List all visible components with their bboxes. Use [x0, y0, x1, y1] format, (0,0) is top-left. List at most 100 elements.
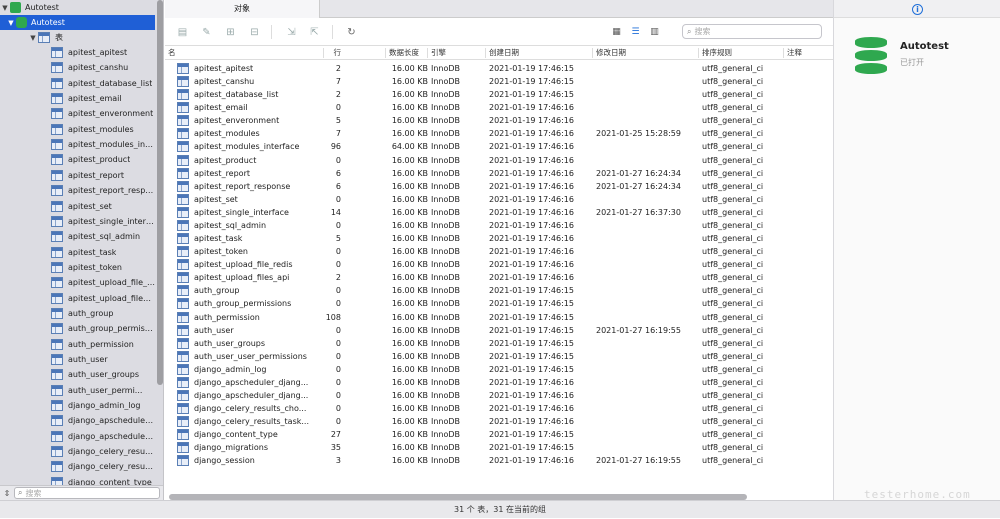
table-row[interactable]: apitest_email 0 16.00 KB InnoDB 2021-01-19 1… [165, 101, 833, 114]
sidebar-table-item[interactable]: auth_group_permissio... [0, 321, 155, 336]
column-header-created[interactable]: 创建日期 [485, 46, 519, 60]
table-row[interactable]: apitest_report 6 16.00 KB InnoDB 2021-01-19 … [165, 167, 833, 180]
tab-objects[interactable]: 对象 [165, 0, 320, 18]
filter-icon[interactable]: ⇕ [0, 489, 14, 498]
sidebar-table-item[interactable]: django_apscheduler_d... [0, 429, 155, 444]
sidebar-table-item[interactable]: apitest_token [0, 260, 155, 275]
table-row[interactable]: auth_group_permissions 0 16.00 KB InnoDB 202… [165, 297, 833, 310]
sidebar-table-item[interactable]: auth_permission [0, 337, 155, 352]
sidebar-table-item[interactable]: apitest_modules_inter... [0, 137, 155, 152]
design-table-icon[interactable]: ✎ [200, 26, 213, 38]
sidebar-table-item[interactable]: auth_user [0, 352, 155, 367]
table-row[interactable]: apitest_sql_admin 0 16.00 KB InnoDB 2021-01-… [165, 219, 833, 232]
sidebar-table-item[interactable]: apitest_modules [0, 122, 155, 137]
column-header-name[interactable]: 名 [168, 46, 176, 60]
table-row[interactable]: apitest_task 5 16.00 KB InnoDB 2021-01-19 17… [165, 232, 833, 245]
table-row[interactable]: django_session 3 16.00 KB InnoDB 2021-01-19 … [165, 454, 833, 467]
table-row[interactable]: apitest_single_interface 14 16.00 KB InnoDB… [165, 206, 833, 219]
sidebar-table-item[interactable]: apitest_single_interface [0, 214, 155, 229]
table-row[interactable]: apitest_modules 7 16.00 KB InnoDB 2021-01-19… [165, 127, 833, 140]
table-row[interactable]: django_celery_results_task... 0 16.00 KB In… [165, 415, 833, 428]
table-row[interactable]: django_apscheduler_djang... 0 16.00 KB Inno… [165, 376, 833, 389]
tree-tables-group[interactable]: ▼ 表 [0, 30, 155, 45]
sidebar-table-item[interactable]: auth_user_groups [0, 367, 155, 382]
table-row[interactable]: apitest_set 0 16.00 KB InnoDB 2021-01-19 17:… [165, 193, 833, 206]
table-row[interactable]: auth_user 0 16.00 KB InnoDB 2021-01-19 17:46… [165, 324, 833, 337]
column-header-modified[interactable]: 修改日期 [592, 46, 626, 60]
list-view-icon[interactable]: ☰ [630, 27, 641, 38]
detail-view-icon[interactable]: ▥ [649, 27, 660, 38]
table-row[interactable]: django_migrations 35 16.00 KB InnoDB 2021-01… [165, 441, 833, 454]
table-row[interactable]: django_celery_results_cho... 0 16.00 KB Inn… [165, 402, 833, 415]
table-row[interactable]: apitest_upload_file_redis 0 16.00 KB InnoDB… [165, 258, 833, 271]
cell-rows: 0 [335, 247, 341, 257]
sidebar-table-label: auth_user_groups [68, 370, 140, 380]
column-header-rows[interactable]: 行 [323, 46, 341, 60]
sidebar-table-item[interactable]: apitest_report_response [0, 183, 155, 198]
column-header-engine[interactable]: 引擎 [427, 46, 446, 60]
column-header-collation[interactable]: 排序规则 [698, 46, 732, 60]
cell-modified [596, 350, 700, 363]
table-row[interactable]: apitest_canshu 7 16.00 KB InnoDB 2021-01-19 … [165, 75, 833, 88]
table-row[interactable]: auth_permission 108 16.00 KB InnoDB 2021-01-… [165, 311, 833, 324]
table-row[interactable]: django_content_type 27 16.00 KB InnoDB 2021-… [165, 428, 833, 441]
table-row[interactable]: apitest_modules_interface 96 64.00 KB InnoD… [165, 140, 833, 153]
info-icon[interactable]: i [912, 4, 923, 15]
sidebar-table-item[interactable]: apitest_sql_admin [0, 229, 155, 244]
table-row[interactable]: apitest_product 0 16.00 KB InnoDB 2021-01-19… [165, 154, 833, 167]
tree-database[interactable]: ▼ Autotest [0, 15, 155, 30]
import-wizard-icon[interactable]: ⇲ [285, 26, 298, 38]
export-wizard-icon[interactable]: ⇱ [308, 26, 321, 38]
table-icon [51, 108, 63, 120]
sidebar-table-item[interactable]: apitest_upload_file_re... [0, 275, 155, 290]
table-row[interactable]: apitest_upload_files_api 2 16.00 KB InnoDB 2… [165, 271, 833, 284]
table-row[interactable]: apitest_database_list 2 16.00 KB InnoDB 2021… [165, 88, 833, 101]
sidebar-table-item[interactable]: django_celery_results_... [0, 459, 155, 474]
cell-name: apitest_set [177, 193, 325, 206]
toolbar-divider [332, 25, 333, 39]
refresh-icon[interactable]: ↻ [345, 26, 358, 38]
expand-triangle-icon[interactable]: ▼ [6, 19, 16, 27]
delete-table-icon[interactable]: ⊟ [248, 26, 261, 38]
objects-panel: 对象 ▤ ✎ ⊞ ⊟ ⇲ ⇱ ↻ ▦ ☰ ▥ ⌕ 搜索 名 行 数据长度 引擎 … [165, 0, 833, 500]
table-row[interactable]: apitest_enveronment 5 16.00 KB InnoDB 2021-0… [165, 114, 833, 127]
sidebar-table-item[interactable]: apitest_report [0, 168, 155, 183]
table-row[interactable]: django_admin_log 0 16.00 KB InnoDB 2021-01-1… [165, 363, 833, 376]
sidebar-table-item[interactable]: django_apscheduler_d... [0, 413, 155, 428]
sidebar-scrollbar[interactable] [157, 0, 163, 385]
sidebar-table-item[interactable]: apitest_database_list [0, 76, 155, 91]
sidebar-table-item[interactable]: auth_user_permi... [0, 383, 155, 398]
sidebar-table-item[interactable]: apitest_email [0, 91, 155, 106]
sidebar-table-item[interactable]: apitest_product [0, 152, 155, 167]
table-row[interactable]: apitest_apitest 2 16.00 KB InnoDB 2021-01-19… [165, 62, 833, 75]
new-table-icon[interactable]: ⊞ [224, 26, 237, 38]
table-row[interactable]: auth_group 0 16.00 KB InnoDB 2021-01-19 17:4… [165, 284, 833, 297]
cell-name-text: apitest_database_list [194, 90, 279, 100]
sidebar-table-item[interactable]: apitest_task [0, 245, 155, 260]
table-icon [177, 442, 189, 454]
sidebar-table-item[interactable]: apitest_upload_files_api [0, 291, 155, 306]
cell-collation: utf8_general_ci [702, 404, 764, 414]
table-row[interactable]: auth_user_groups 0 16.00 KB InnoDB 2021-01-1… [165, 337, 833, 350]
sidebar-table-item[interactable]: auth_group [0, 306, 155, 321]
sidebar-table-item[interactable]: apitest_apitest [0, 45, 155, 60]
object-search-input[interactable]: ⌕ 搜索 [682, 24, 822, 39]
column-header-size[interactable]: 数据长度 [385, 46, 419, 60]
column-header-comment[interactable]: 注释 [783, 46, 802, 60]
sidebar-table-item[interactable]: apitest_canshu [0, 60, 155, 75]
tree-connection[interactable]: ▼ Autotest [0, 0, 155, 15]
expand-triangle-icon[interactable]: ▼ [28, 34, 38, 42]
table-row[interactable]: apitest_token 0 16.00 KB InnoDB 2021-01-19 1… [165, 245, 833, 258]
sidebar-table-item[interactable]: apitest_enveronment [0, 106, 155, 121]
cell-name-text: apitest_task [194, 234, 243, 244]
sidebar-table-item[interactable]: django_celery_results_... [0, 444, 155, 459]
open-table-icon[interactable]: ▤ [176, 26, 189, 38]
table-row[interactable]: django_apscheduler_djang... 0 16.00 KB Inno… [165, 389, 833, 402]
sidebar-table-item[interactable]: apitest_set [0, 199, 155, 214]
sidebar-table-item[interactable]: django_admin_log [0, 398, 155, 413]
sidebar-search-input[interactable]: ⌕ 搜索 [14, 487, 160, 499]
table-row[interactable]: apitest_report_response 6 16.00 KB InnoDB 20… [165, 180, 833, 193]
expand-triangle-icon[interactable]: ▼ [0, 4, 10, 12]
grid-view-icon[interactable]: ▦ [611, 27, 622, 38]
table-row[interactable]: auth_user_user_permissions 0 16.00 KB InnoD… [165, 350, 833, 363]
